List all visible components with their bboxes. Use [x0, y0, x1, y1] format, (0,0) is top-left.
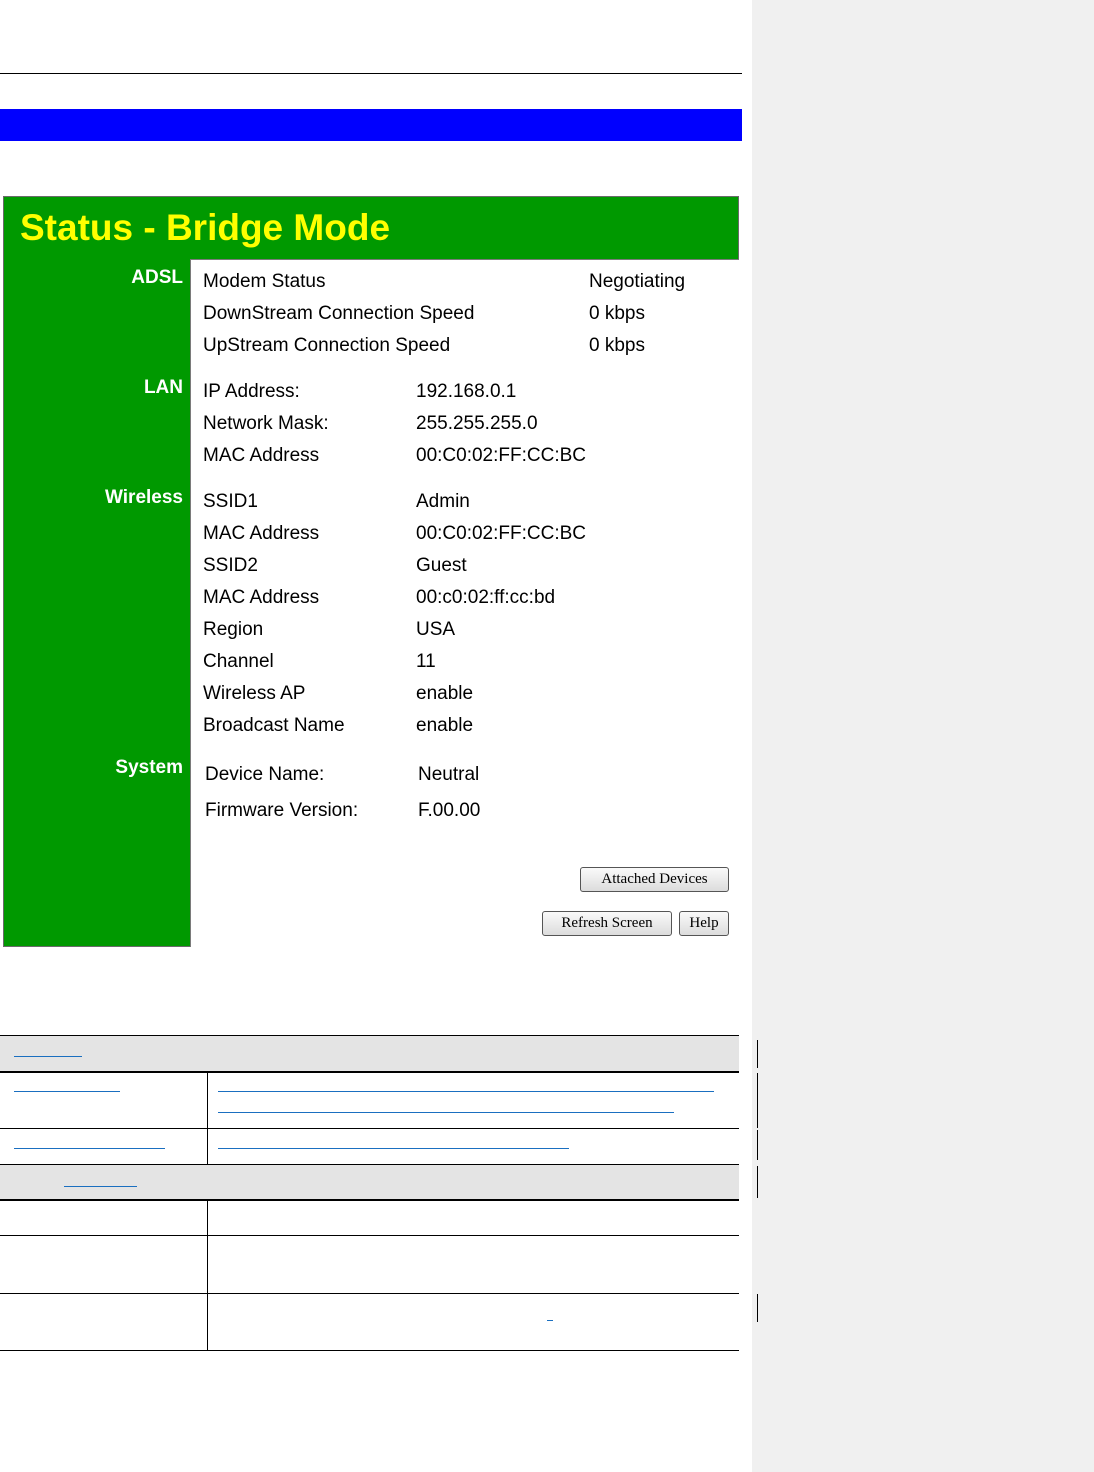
- system-row-value: F.00.00: [418, 800, 481, 821]
- lan-row-value: 00:C0:02:FF:CC:BC: [416, 445, 586, 466]
- wireless-row-value: 11: [416, 651, 436, 672]
- system-row-label: Device Name:: [205, 764, 325, 785]
- table-link[interactable]: [64, 1186, 137, 1187]
- table-link[interactable]: [14, 1091, 120, 1092]
- table-rule: [0, 1128, 739, 1129]
- adsl-row-label: Modem Status: [203, 271, 326, 292]
- table-link[interactable]: [218, 1112, 674, 1113]
- lan-row-value: 255.255.255.0: [416, 413, 538, 434]
- table-column-divider: [207, 1073, 208, 1164]
- change-bar: [757, 1130, 758, 1160]
- table-rule: [0, 1350, 739, 1351]
- attached-devices-button[interactable]: Attached Devices: [580, 867, 729, 892]
- wireless-row-label: SSID1: [203, 491, 258, 512]
- wireless-row-value: Guest: [416, 555, 467, 576]
- system-row-label: Firmware Version:: [205, 800, 359, 821]
- table-rule: [0, 1071, 739, 1073]
- table-header-row: [0, 1165, 739, 1200]
- page-title: Status - Bridge Mode: [20, 207, 391, 248]
- table-link[interactable]: [14, 1148, 165, 1149]
- table-header-row: [0, 1036, 739, 1071]
- wireless-row-value: Admin: [416, 491, 470, 512]
- status-content: Modem Status Negotiating DownStream Conn…: [190, 259, 739, 947]
- section-label-lan: LAN: [143, 377, 183, 398]
- wireless-row-label: Channel: [203, 651, 274, 672]
- change-bar: [757, 1294, 758, 1322]
- wireless-row-value: 00:c0:02:ff:cc:bd: [416, 587, 556, 608]
- table-rule: [0, 1164, 739, 1165]
- table-link[interactable]: [218, 1091, 714, 1092]
- wireless-row-value: USA: [416, 619, 456, 640]
- table-rule: [0, 1235, 739, 1236]
- wireless-row-label: MAC Address: [203, 523, 320, 544]
- wireless-row-label: Region: [203, 619, 264, 640]
- section-label-system: System: [115, 757, 183, 778]
- change-bar: [757, 1073, 758, 1128]
- help-button[interactable]: Help: [679, 911, 729, 936]
- table-link[interactable]: [547, 1320, 553, 1321]
- wireless-row-value: 00:C0:02:FF:CC:BC: [416, 523, 586, 544]
- section-label-adsl: ADSL: [131, 267, 183, 288]
- wireless-row-label: MAC Address: [203, 587, 320, 608]
- adsl-row-value: 0 kbps: [589, 303, 645, 324]
- comment-pane: [752, 0, 1094, 1472]
- adsl-row-value: Negotiating: [589, 271, 686, 292]
- change-bar: [757, 1040, 758, 1068]
- wireless-row-value: enable: [416, 715, 474, 736]
- table-link[interactable]: [14, 1056, 82, 1057]
- table-rule: [0, 1293, 739, 1294]
- system-row-value: Neutral: [418, 764, 480, 785]
- lan-row-label: MAC Address: [203, 445, 320, 466]
- chapter-banner: [0, 109, 742, 141]
- table-link[interactable]: [218, 1148, 569, 1149]
- adsl-row-label: DownStream Connection Speed: [203, 303, 475, 324]
- adsl-row-label: UpStream Connection Speed: [203, 335, 451, 356]
- lan-row-label: IP Address:: [203, 381, 300, 402]
- table-rule: [0, 1199, 739, 1201]
- header-rule: [0, 73, 742, 74]
- wireless-row-label: Wireless AP: [203, 683, 306, 704]
- adsl-row-value: 0 kbps: [589, 335, 645, 356]
- wireless-row-label: SSID2: [203, 555, 258, 576]
- lan-row-value: 192.168.0.1: [416, 381, 517, 402]
- status-screen: Status - Bridge Mode ADSL LAN Wireless S…: [3, 196, 739, 947]
- wireless-row-value: enable: [416, 683, 474, 704]
- section-label-wireless: Wireless: [105, 487, 183, 508]
- wireless-row-label: Broadcast Name: [203, 715, 345, 736]
- change-bar: [757, 1166, 758, 1198]
- table-rule: [0, 1035, 739, 1036]
- refresh-screen-button[interactable]: Refresh Screen: [542, 911, 672, 936]
- lan-row-label: Network Mask:: [203, 413, 329, 434]
- table-column-divider: [207, 1201, 208, 1350]
